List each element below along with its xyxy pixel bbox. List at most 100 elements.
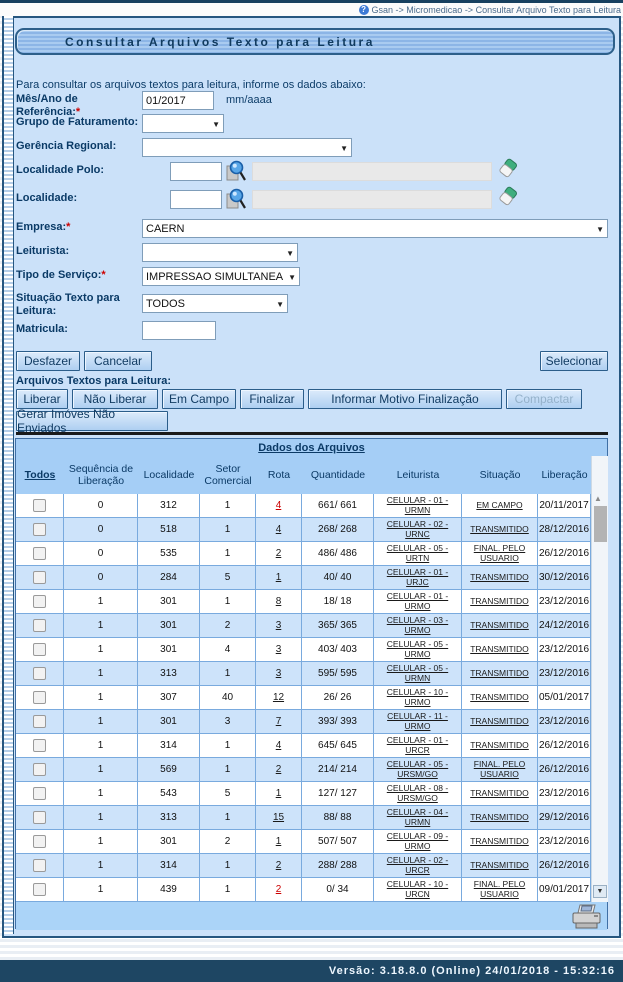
table-scrollbar[interactable]: ▲ ▼	[591, 456, 608, 902]
row-checkbox[interactable]	[33, 667, 46, 680]
row-checkbox[interactable]	[33, 523, 46, 536]
row-checkbox[interactable]	[33, 571, 46, 584]
leiturista-link[interactable]: CELULAR - 01 - URJC	[375, 568, 460, 587]
scroll-up-icon[interactable]: ▲	[594, 494, 602, 503]
leiturista-link[interactable]: CELULAR - 01 - URCR	[375, 736, 460, 755]
situacao-link[interactable]: TRANSMITIDO	[470, 525, 529, 534]
rota-link[interactable]: 4	[276, 500, 282, 511]
situacao-link[interactable]: TRANSMITIDO	[470, 573, 529, 582]
row-checkbox[interactable]	[33, 859, 46, 872]
leiturista-link[interactable]: CELULAR - 02 - URCR	[375, 856, 460, 875]
desfazer-button[interactable]: Desfazer	[16, 351, 80, 371]
leiturista-link[interactable]: CELULAR - 01 - URMO	[375, 592, 460, 611]
rota-link[interactable]: 1	[276, 788, 282, 799]
situacao-link[interactable]: TRANSMITIDO	[470, 717, 529, 726]
row-checkbox[interactable]	[33, 883, 46, 896]
rota-link[interactable]: 1	[276, 836, 282, 847]
situacao-link[interactable]: TRANSMITIDO	[470, 693, 529, 702]
tipo-servico-select[interactable]: IMPRESSAO SIMULTANEA ▼	[142, 267, 300, 286]
leiturista-link[interactable]: CELULAR - 11 - URMO	[375, 712, 460, 731]
situacao-link[interactable]: TRANSMITIDO	[470, 645, 529, 654]
localidade-erase-icon[interactable]	[498, 186, 518, 213]
situacao-link[interactable]: TRANSMITIDO	[470, 813, 529, 822]
rota-link[interactable]: 3	[276, 620, 282, 631]
rota-link[interactable]: 7	[276, 716, 282, 727]
nao-liberar-button[interactable]: Não Liberar	[72, 389, 158, 409]
empresa-select[interactable]: CAERN ▼	[142, 219, 608, 238]
compactar-button[interactable]: Compactar	[506, 389, 582, 409]
row-checkbox[interactable]	[33, 835, 46, 848]
situacao-link[interactable]: TRANSMITIDO	[470, 789, 529, 798]
rota-link[interactable]: 2	[276, 884, 282, 895]
row-checkbox[interactable]	[33, 811, 46, 824]
leiturista-link[interactable]: CELULAR - 10 - URMO	[375, 688, 460, 707]
header-todos-link[interactable]: Todos	[16, 469, 64, 481]
mes-ano-input[interactable]	[142, 91, 214, 110]
leiturista-link[interactable]: CELULAR - 03 - URMO	[375, 616, 460, 635]
scroll-thumb[interactable]	[594, 506, 607, 542]
leiturista-select[interactable]: ▼	[142, 243, 298, 262]
row-checkbox[interactable]	[33, 619, 46, 632]
informar-motivo-finalizacao-button[interactable]: Informar Motivo Finalização	[308, 389, 502, 409]
situacao-link[interactable]: TRANSMITIDO	[470, 741, 529, 750]
situacao-link[interactable]: TRANSMITIDO	[470, 861, 529, 870]
printer-icon[interactable]	[570, 903, 604, 935]
localidade-polo-input[interactable]	[170, 162, 222, 181]
leiturista-link[interactable]: CELULAR - 05 - URMO	[375, 640, 460, 659]
rota-link[interactable]: 15	[273, 812, 284, 823]
row-checkbox[interactable]	[33, 739, 46, 752]
situacao-link[interactable]: FINAL. PELO USUARIO	[463, 760, 536, 779]
em-campo-button[interactable]: Em Campo	[162, 389, 236, 409]
rota-link[interactable]: 12	[273, 692, 284, 703]
leiturista-link[interactable]: CELULAR - 05 - URSM/GO	[375, 760, 460, 779]
leiturista-link[interactable]: CELULAR - 08 - URSM/GO	[375, 784, 460, 803]
leiturista-link[interactable]: CELULAR - 09 - URMO	[375, 832, 460, 851]
leiturista-link[interactable]: CELULAR - 01 - URMN	[375, 496, 460, 515]
rota-link[interactable]: 2	[276, 548, 282, 559]
leiturista-link[interactable]: CELULAR - 10 - URCN	[375, 880, 460, 899]
situacao-texto-select[interactable]: TODOS ▼	[142, 294, 288, 313]
row-checkbox[interactable]	[33, 691, 46, 704]
scroll-down-icon[interactable]: ▼	[593, 885, 607, 898]
liberar-button[interactable]: Liberar	[16, 389, 68, 409]
rota-link[interactable]: 3	[276, 644, 282, 655]
situacao-link[interactable]: FINAL. PELO USUARIO	[463, 544, 536, 563]
gerar-imoveis-nao-enviados-button[interactable]: Gerar Imóves Não Enviados	[16, 411, 168, 431]
situacao-link[interactable]: EM CAMPO	[476, 501, 522, 510]
leiturista-link[interactable]: CELULAR - 05 - URTN	[375, 544, 460, 563]
localidade-polo-search-icon[interactable]	[226, 159, 246, 188]
selecionar-button[interactable]: Selecionar	[540, 351, 608, 371]
rota-link[interactable]: 2	[276, 860, 282, 871]
rota-link[interactable]: 4	[276, 740, 282, 751]
situacao-link[interactable]: TRANSMITIDO	[470, 621, 529, 630]
help-icon[interactable]: ?	[359, 5, 369, 15]
row-checkbox[interactable]	[33, 547, 46, 560]
situacao-link[interactable]: TRANSMITIDO	[470, 837, 529, 846]
rota-link[interactable]: 2	[276, 764, 282, 775]
localidade-search-icon[interactable]	[226, 187, 246, 216]
rota-link[interactable]: 4	[276, 524, 282, 535]
breadcrumb-text[interactable]: Gsan -> Micromedicao -> Consultar Arquiv…	[372, 5, 621, 15]
leiturista-link[interactable]: CELULAR - 04 - URMN	[375, 808, 460, 827]
row-checkbox[interactable]	[33, 763, 46, 776]
row-checkbox[interactable]	[33, 595, 46, 608]
finalizar-button[interactable]: Finalizar	[240, 389, 304, 409]
situacao-link[interactable]: TRANSMITIDO	[470, 669, 529, 678]
rota-link[interactable]: 8	[276, 596, 282, 607]
leiturista-link[interactable]: CELULAR - 02 - URNC	[375, 520, 460, 539]
leiturista-link[interactable]: CELULAR - 05 - URMN	[375, 664, 460, 683]
gerencia-regional-select[interactable]: ▼	[142, 138, 352, 157]
matricula-input[interactable]	[142, 321, 216, 340]
rota-link[interactable]: 1	[276, 572, 282, 583]
grupo-faturamento-select[interactable]: ▼	[142, 114, 224, 133]
localidade-polo-erase-icon[interactable]	[498, 158, 518, 185]
row-checkbox[interactable]	[33, 643, 46, 656]
table-title-link[interactable]: Dados dos Arquivos	[258, 442, 365, 454]
rota-link[interactable]: 3	[276, 668, 282, 679]
situacao-link[interactable]: FINAL. PELO USUARIO	[463, 880, 536, 899]
cancelar-button[interactable]: Cancelar	[84, 351, 152, 371]
situacao-link[interactable]: TRANSMITIDO	[470, 597, 529, 606]
row-checkbox[interactable]	[33, 715, 46, 728]
row-checkbox[interactable]	[33, 787, 46, 800]
row-checkbox[interactable]	[33, 499, 46, 512]
